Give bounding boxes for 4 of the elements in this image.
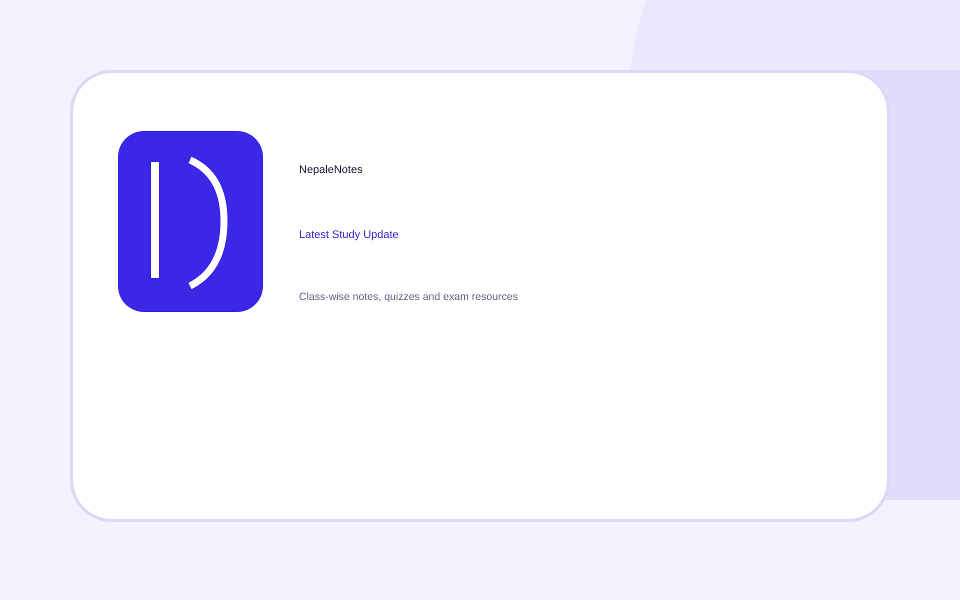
logo-icon [118, 131, 263, 312]
update-heading: Latest Study Update [299, 229, 400, 243]
brand-name: NepaleNotes [299, 164, 364, 178]
update-description: Class-wise notes, quizzes and exam resources [299, 291, 518, 303]
